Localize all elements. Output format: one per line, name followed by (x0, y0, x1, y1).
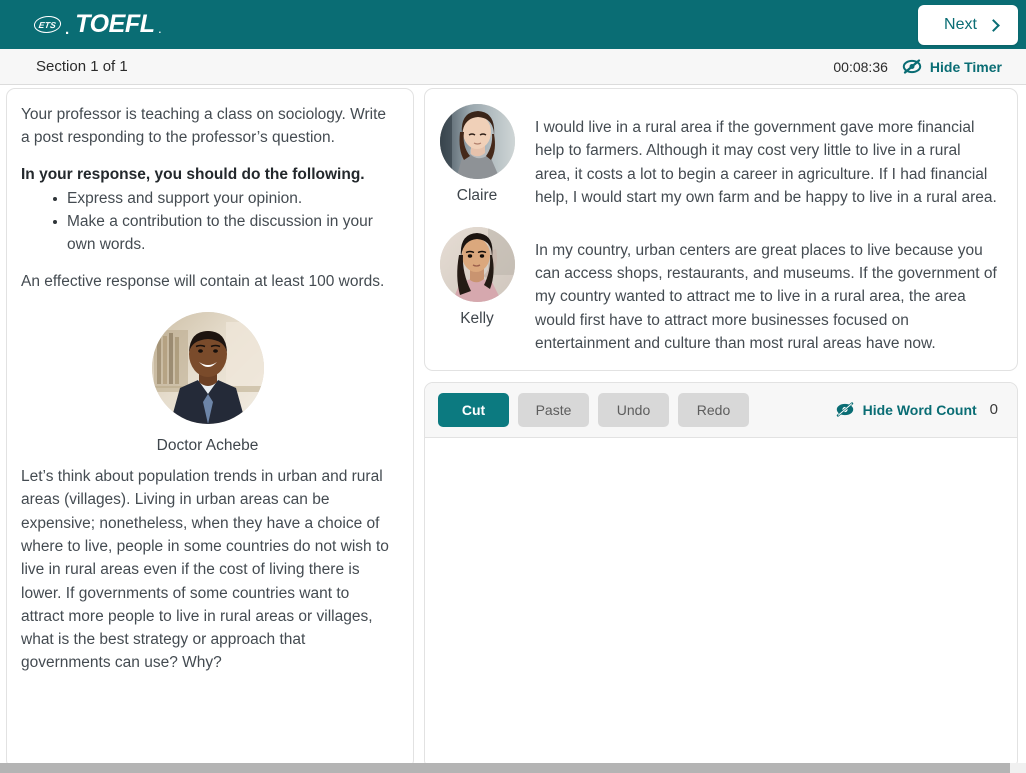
section-bar: Section 1 of 1 00:08:36 Hide Timer (0, 49, 1026, 85)
eye-slash-icon (836, 402, 853, 417)
next-button[interactable]: Next (918, 4, 1018, 45)
horizontal-scrollbar[interactable] (0, 763, 1026, 773)
eye-slash-icon (902, 59, 922, 74)
prompt-requirements-list: Express and support your opinion. Make a… (21, 187, 394, 257)
prompt-intro: Your professor is teaching a class on so… (21, 106, 387, 147)
word-count-value: 0 (989, 401, 998, 419)
ets-logo-icon: ETS (32, 16, 63, 33)
post-author-name: Claire (456, 187, 498, 204)
claire-avatar (439, 104, 515, 179)
response-textarea[interactable] (425, 437, 1017, 768)
right-column: Claire I would live in a rural area if t… (424, 88, 1018, 769)
timer-group: 00:08:36 Hide Timer (833, 59, 1002, 75)
workspace: Your professor is teaching a class on so… (0, 85, 1026, 769)
post-author-block: Kelly (438, 226, 516, 328)
post-author-block: Claire (438, 104, 516, 205)
section-label: Section 1 of 1 (36, 58, 128, 75)
editor-toolbar: Cut Paste Undo Redo Hide Word Count 0 (425, 382, 1017, 438)
kelly-avatar (439, 226, 515, 302)
toefl-wordmark-dot: . (158, 25, 162, 35)
list-item: Make a contribution to the discussion in… (21, 210, 394, 257)
cut-button[interactable]: Cut (438, 392, 509, 427)
chevron-right-icon (987, 18, 1000, 32)
hide-timer-label: Hide Timer (929, 58, 1002, 75)
professor-name: Doctor Achebe (156, 437, 259, 455)
toefl-logo: ETS . TOEFL . (32, 10, 162, 39)
hide-word-count-label: Hide Word Count (862, 401, 977, 418)
next-button-label: Next (944, 15, 977, 33)
word-count-group: Hide Word Count 0 (835, 401, 1004, 418)
post-text: I would live in a rural area if the gove… (535, 119, 997, 207)
hide-timer-button[interactable]: Hide Timer (902, 59, 1002, 75)
horizontal-scrollbar-thumb[interactable] (0, 763, 1010, 773)
answer-panel: Cut Paste Undo Redo Hide Word Count 0 (424, 381, 1018, 769)
prompt-length-note: An effective response will contain at le… (21, 272, 385, 290)
discussion-post: Kelly In my country, urban centers are g… (438, 226, 999, 356)
hide-word-count-button[interactable]: Hide Word Count (835, 402, 977, 418)
paste-button[interactable]: Paste (518, 392, 589, 427)
ets-logo-dot: . (65, 21, 70, 38)
undo-button[interactable]: Undo (598, 392, 669, 427)
list-item: Express and support your opinion. (21, 187, 394, 210)
editor-tool-buttons: Cut Paste Undo Redo (438, 392, 749, 427)
redo-button[interactable]: Redo (678, 392, 749, 427)
prompt-panel: Your professor is teaching a class on so… (6, 88, 414, 769)
post-author-name: Kelly (460, 309, 494, 327)
professor-block: Doctor Achebe (21, 312, 394, 455)
toefl-wordmark: TOEFL (75, 10, 155, 38)
prompt-requirements-heading: In your response, you should do the foll… (21, 165, 365, 183)
professor-question: Let’s think about population trends in u… (21, 468, 389, 672)
app-header: ETS . TOEFL . Next (0, 0, 1026, 49)
post-text: In my country, urban centers are great p… (535, 241, 997, 353)
timer-value: 00:08:36 (833, 58, 888, 75)
professor-avatar (151, 312, 264, 425)
discussion-panel: Claire I would live in a rural area if t… (424, 88, 1018, 371)
discussion-post: Claire I would live in a rural area if t… (438, 104, 999, 210)
